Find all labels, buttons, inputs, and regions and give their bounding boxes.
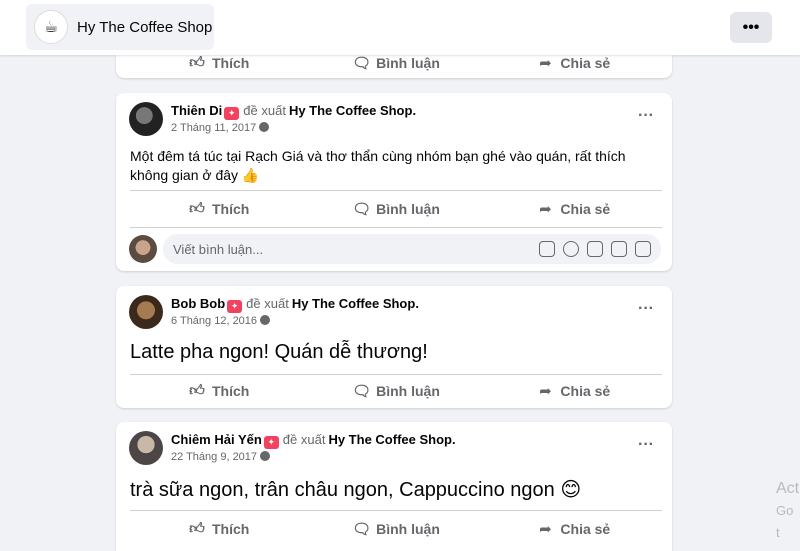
like-button[interactable]: 👍︎ Thích (130, 194, 307, 224)
action-bar: 👍︎ Thích 🗨︎ Bình luận ➦ Chia sẻ (130, 376, 662, 406)
activation-watermark: Act Go t (776, 478, 800, 544)
thumbs-up-icon: 👍︎ (189, 54, 205, 71)
post-options-button[interactable]: ··· (638, 107, 654, 125)
share-arrow-icon: ➦ (539, 521, 552, 538)
comment-icon: 🗨︎ (352, 521, 372, 538)
post-header: Bob Bob ✦ đề xuất Hy The Coffee Shop. 6 Thá… (129, 295, 419, 329)
comment-icon: 🗨︎ (352, 55, 372, 72)
page-name: Hy The Coffee Shop (77, 18, 213, 36)
post-options-button[interactable]: ··· (638, 436, 654, 454)
comment-button[interactable]: 🗨︎ Bình luận (307, 376, 484, 406)
post-header: Chiêm Hải Yến ✦ đề xuất Hy The Coffee Shop.… (129, 431, 456, 465)
avatar[interactable] (129, 295, 163, 329)
post-date[interactable]: 2 Tháng 11, 2017 (171, 122, 256, 134)
page-link[interactable]: Hy The Coffee Shop. (328, 432, 455, 447)
comment-button[interactable]: 🗨︎ Bình luận (307, 194, 484, 224)
comment-composer: Viết bình luận... (129, 234, 661, 264)
like-button[interactable]: 👍︎ Thích (130, 514, 307, 544)
post-card: Chiêm Hải Yến ✦ đề xuất Hy The Coffee Shop.… (116, 422, 672, 551)
recommend-badge-icon: ✦ (227, 300, 243, 313)
watermark-line-2: Go t (776, 503, 794, 540)
recommend-badge-icon: ✦ (263, 436, 279, 449)
share-button[interactable]: ➦ Chia sẻ (485, 194, 662, 224)
comment-icon: 🗨︎ (352, 201, 372, 218)
page-chip[interactable]: ☕ Hy The Coffee Shop (26, 4, 214, 50)
recommend-badge-icon: ✦ (224, 107, 240, 120)
share-arrow-icon: ➦ (539, 201, 552, 218)
author-name[interactable]: Bob Bob (171, 296, 225, 311)
comment-button[interactable]: 🗨︎ Bình luận (307, 514, 484, 544)
share-button[interactable]: ➦ Chia sẻ (485, 376, 662, 406)
page-logo-icon: ☕ (34, 10, 68, 44)
thumbs-up-icon: 👍︎ (189, 382, 205, 399)
avatar[interactable] (129, 431, 163, 465)
recommend-verb: đề xuất (282, 432, 326, 447)
share-arrow-icon: ➦ (539, 383, 552, 400)
post-card: Thiên Di ✦ đề xuất Hy The Coffee Shop. 2 Th… (116, 93, 672, 271)
thumbs-up-icon: 👍︎ (189, 520, 205, 537)
watermark-line-1: Act (776, 480, 800, 497)
recommend-verb: đề xuất (246, 296, 289, 311)
post-text: Latte pha ngon! Quán dễ thương! (130, 341, 428, 363)
page-link[interactable]: Hy The Coffee Shop. (289, 103, 416, 118)
page-link[interactable]: Hy The Coffee Shop. (292, 296, 419, 311)
recommend-verb: đề xuất (243, 103, 286, 118)
action-bar: 👍︎ Thích 🗨︎ Bình luận ➦ Chia sẻ (130, 514, 662, 544)
comment-placeholder: Viết bình luận... (173, 241, 264, 257)
post-text: Một đêm tá túc tại Rạch Giá và thơ thẩn … (130, 148, 626, 183)
globe-icon (260, 451, 271, 461)
globe-icon (259, 122, 270, 132)
more-options-button[interactable]: ••• (730, 12, 772, 43)
post-options-button[interactable]: ··· (638, 300, 654, 318)
divider (130, 510, 662, 511)
top-bar: ☕ Hy The Coffee Shop ••• (0, 0, 800, 55)
post-date[interactable]: 22 Tháng 9, 2017 (171, 451, 257, 463)
author-name[interactable]: Thiên Di (171, 103, 222, 118)
like-button[interactable]: 👍︎ Thích (130, 376, 307, 406)
share-button[interactable]: ➦ Chia sẻ (485, 514, 662, 544)
globe-icon (260, 315, 271, 325)
author-name[interactable]: Chiêm Hải Yến (171, 432, 262, 447)
comment-input[interactable]: Viết bình luận... (163, 234, 661, 264)
post-header: Thiên Di ✦ đề xuất Hy The Coffee Shop. 2 Th… (129, 102, 416, 136)
divider (130, 227, 662, 228)
sticker-icon[interactable] (635, 241, 651, 257)
camera-icon[interactable] (587, 241, 603, 257)
thumbs-up-icon: 👍︎ (189, 200, 205, 217)
gif-icon[interactable] (611, 241, 627, 257)
divider (130, 190, 662, 191)
comment-icon: 🗨︎ (352, 383, 372, 400)
post-text: trà sữa ngon, trân châu ngon, Cappuccino… (130, 479, 582, 501)
divider (130, 374, 662, 375)
action-bar: 👍︎ Thích 🗨︎ Bình luận ➦ Chia sẻ (130, 194, 662, 224)
avatar[interactable] (129, 102, 163, 136)
post-card: Bob Bob ✦ đề xuất Hy The Coffee Shop. 6 Thá… (116, 286, 672, 408)
avatar-sticker-icon[interactable] (539, 241, 555, 257)
post-date[interactable]: 6 Tháng 12, 2016 (171, 315, 257, 327)
current-user-avatar (129, 235, 157, 263)
share-arrow-icon: ➦ (539, 55, 552, 72)
emoji-icon[interactable] (563, 241, 579, 257)
